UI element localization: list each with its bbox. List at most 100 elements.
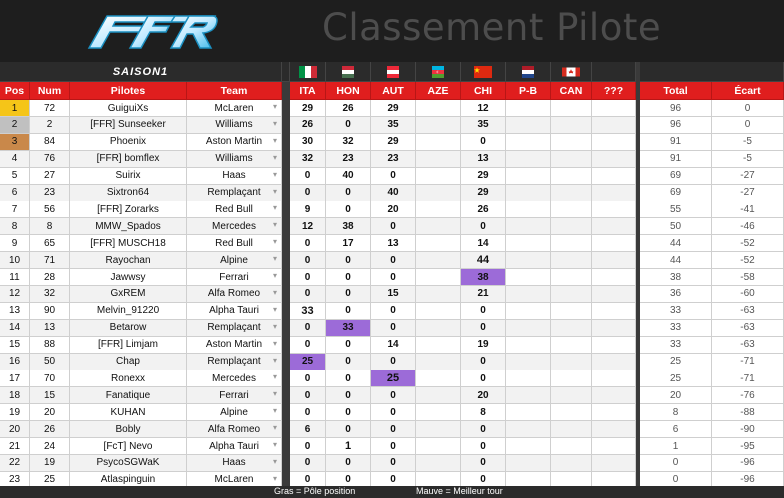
dropdown-arrow-icon[interactable]: ▾ — [273, 389, 277, 398]
race-points-cell: 13 — [371, 235, 416, 253]
race-points-cell: 0 — [461, 218, 506, 236]
race-points-cell: 0 — [290, 235, 326, 253]
race-points-cell: 9 — [290, 201, 326, 219]
dropdown-arrow-icon[interactable]: ▾ — [273, 457, 277, 466]
race-points-cell — [592, 252, 636, 270]
race-points-cell — [551, 116, 592, 134]
race-points-cell: 0 — [461, 454, 506, 472]
total-cell: 25 — [640, 370, 712, 388]
spacer — [282, 252, 290, 270]
race-points-cell: 0 — [290, 454, 326, 472]
race-points-cell: 17 — [326, 235, 371, 253]
race-points-cell — [416, 404, 461, 422]
race-points-cell: 40 — [371, 184, 416, 202]
race-points-cell — [506, 438, 551, 455]
table-row: 16 50 Chap Remplaçant ▾ 25 0 0 0 25 -71 — [0, 353, 784, 371]
race-points-cell — [592, 285, 636, 303]
dropdown-arrow-icon[interactable]: ▾ — [273, 153, 277, 162]
total-cell: 33 — [640, 302, 712, 320]
pilote-cell: Rayochan — [70, 252, 187, 270]
dropdown-arrow-icon[interactable]: ▾ — [273, 102, 277, 111]
dropdown-arrow-icon[interactable]: ▾ — [273, 322, 277, 331]
dropdown-arrow-icon[interactable]: ▾ — [273, 440, 277, 449]
race-points-cell: 0 — [371, 438, 416, 455]
dropdown-arrow-icon[interactable]: ▾ — [273, 474, 277, 483]
pos-cell: 2 — [0, 116, 30, 134]
canada-flag-icon — [562, 67, 580, 76]
team-dropdown[interactable]: Aston Martin ▾ — [187, 336, 282, 354]
dropdown-arrow-icon[interactable]: ▾ — [273, 254, 277, 263]
table-row: 15 88 [FFR] Limjam Aston Martin ▾ 0 0 14 19 33 -63 — [0, 336, 784, 354]
dropdown-arrow-icon[interactable]: ▾ — [273, 203, 277, 212]
team-dropdown[interactable]: Mercedes ▾ — [187, 218, 282, 236]
dropdown-arrow-icon[interactable]: ▾ — [273, 136, 277, 145]
team-label: Williams — [215, 153, 253, 165]
dropdown-arrow-icon[interactable]: ▾ — [273, 119, 277, 128]
dropdown-arrow-icon[interactable]: ▾ — [273, 187, 277, 196]
team-dropdown[interactable]: Ferrari ▾ — [187, 387, 282, 405]
table-row: 12 32 GxREM Alfa Romeo ▾ 0 0 15 21 36 -60 — [0, 285, 784, 303]
race-points-cell: 0 — [461, 133, 506, 151]
dropdown-arrow-icon[interactable]: ▾ — [273, 170, 277, 179]
dropdown-arrow-icon[interactable]: ▾ — [273, 237, 277, 246]
team-dropdown[interactable]: Remplaçant ▾ — [187, 319, 282, 337]
race-points-cell — [506, 353, 551, 371]
team-dropdown[interactable]: Remplaçant ▾ — [187, 184, 282, 202]
team-dropdown[interactable]: Red Bull ▾ — [187, 201, 282, 219]
total-cell: 91 — [640, 150, 712, 168]
team-dropdown[interactable]: Alpine ▾ — [187, 404, 282, 422]
num-cell: 28 — [30, 269, 70, 286]
race-points-cell — [506, 150, 551, 168]
team-dropdown[interactable]: Alpine ▾ — [187, 252, 282, 270]
race-points-cell: 25 — [371, 370, 416, 388]
dropdown-arrow-icon[interactable]: ▾ — [273, 423, 277, 432]
team-label: Mercedes — [212, 220, 256, 232]
azerbaijan-flag-icon — [432, 65, 444, 78]
num-cell: 56 — [30, 201, 70, 219]
team-dropdown[interactable]: Alpha Tauri ▾ — [187, 302, 282, 320]
team-dropdown[interactable]: Remplaçant ▾ — [187, 353, 282, 371]
dropdown-arrow-icon[interactable]: ▾ — [273, 356, 277, 365]
race-points-cell: 0 — [326, 404, 371, 422]
team-dropdown[interactable]: Haas ▾ — [187, 454, 282, 472]
table-row: 1 72 GuiguiXs McLaren ▾ 29 26 29 12 96 0 — [0, 100, 784, 117]
dropdown-arrow-icon[interactable]: ▾ — [273, 372, 277, 381]
race-points-cell — [506, 218, 551, 236]
team-dropdown[interactable]: Mercedes ▾ — [187, 370, 282, 388]
col-race-header: HON — [326, 82, 371, 100]
race-points-cell — [551, 438, 592, 455]
header-banner: Classement Pilote — [0, 0, 784, 62]
team-label: Aston Martin — [205, 339, 263, 351]
race-points-cell: 35 — [461, 116, 506, 134]
spacer — [282, 285, 290, 303]
dropdown-arrow-icon[interactable]: ▾ — [273, 305, 277, 314]
pilote-cell: GuiguiXs — [70, 100, 187, 117]
team-dropdown[interactable]: Williams ▾ — [187, 116, 282, 134]
team-dropdown[interactable]: Williams ▾ — [187, 150, 282, 168]
race-points-cell — [506, 319, 551, 337]
dropdown-arrow-icon[interactable]: ▾ — [273, 339, 277, 348]
team-dropdown[interactable]: Ferrari ▾ — [187, 269, 282, 286]
total-cell: 38 — [640, 269, 712, 286]
team-dropdown[interactable]: Alpha Tauri ▾ — [187, 438, 282, 455]
race-points-cell: 25 — [290, 353, 326, 371]
dropdown-arrow-icon[interactable]: ▾ — [273, 406, 277, 415]
team-dropdown[interactable]: Red Bull ▾ — [187, 235, 282, 253]
dropdown-arrow-icon[interactable]: ▾ — [273, 271, 277, 280]
race-points-cell: 35 — [371, 116, 416, 134]
spacer — [282, 387, 290, 405]
race-points-cell — [551, 218, 592, 236]
pilote-cell: PsycoSGWaK — [70, 454, 187, 472]
team-dropdown[interactable]: McLaren ▾ — [187, 100, 282, 117]
race-points-cell — [551, 302, 592, 320]
team-dropdown[interactable]: Haas ▾ — [187, 167, 282, 185]
pilote-cell: Jawwsy — [70, 269, 187, 286]
race-points-cell — [551, 269, 592, 286]
dropdown-arrow-icon[interactable]: ▾ — [273, 220, 277, 229]
pos-cell: 22 — [0, 454, 30, 472]
team-dropdown[interactable]: Alfa Romeo ▾ — [187, 421, 282, 439]
dropdown-arrow-icon[interactable]: ▾ — [273, 288, 277, 297]
team-dropdown[interactable]: Alfa Romeo ▾ — [187, 285, 282, 303]
team-dropdown[interactable]: Aston Martin ▾ — [187, 133, 282, 151]
num-cell: 84 — [30, 133, 70, 151]
